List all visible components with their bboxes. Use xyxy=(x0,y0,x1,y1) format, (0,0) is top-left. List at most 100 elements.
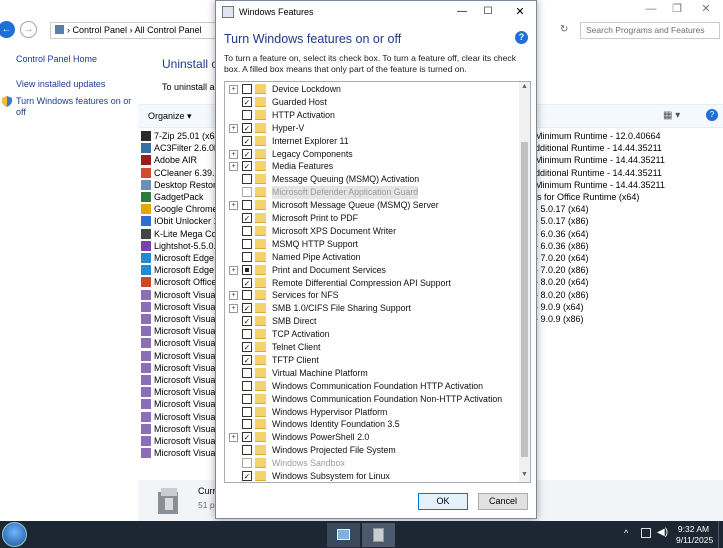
feature-checkbox[interactable] xyxy=(242,238,252,249)
feature-checkbox[interactable]: ✓ xyxy=(242,122,252,133)
show-desktop-button[interactable] xyxy=(718,521,723,548)
feature-checkbox[interactable]: ✓ xyxy=(242,342,252,352)
cp-close-button[interactable]: ✕ xyxy=(695,2,717,16)
feature-checkbox[interactable] xyxy=(242,251,252,262)
feature-row[interactable]: Microsoft Defender Application Guard xyxy=(225,186,515,200)
cp-minimize-button[interactable]: — xyxy=(640,2,662,16)
program-row-detail[interactable]: - 9.0.9 (x86) xyxy=(535,313,584,325)
feature-row[interactable]: Windows Communication Foundation Non-HTT… xyxy=(225,393,515,406)
feature-checkbox[interactable] xyxy=(242,264,252,275)
control-panel-home-link[interactable]: Control Panel Home xyxy=(16,54,97,65)
expand-icon[interactable]: + xyxy=(229,291,238,301)
clock[interactable]: 9:32 AM 9/11/2025 xyxy=(676,524,713,546)
feature-checkbox[interactable]: ✓ xyxy=(242,213,252,223)
feature-checkbox[interactable] xyxy=(242,84,252,94)
scroll-up-icon[interactable]: ▲ xyxy=(521,83,528,90)
network-icon[interactable] xyxy=(641,528,651,538)
expand-icon[interactable]: + xyxy=(229,149,238,159)
program-row-detail[interactable]: dditional Runtime - 14.44.35211 xyxy=(535,142,662,154)
program-row-detail[interactable]: Minimum Runtime - 14.44.35211 xyxy=(535,154,665,166)
feature-row[interactable]: Message Queuing (MSMQ) Activation xyxy=(225,173,515,186)
feature-row[interactable]: ✓ Internet Explorer 11 xyxy=(225,135,515,148)
dialog-maximize-button[interactable]: ☐ xyxy=(478,1,498,23)
feature-row[interactable]: ✓ Remote Differential Compression API Sup… xyxy=(225,277,515,290)
program-row-detail[interactable]: - 9.0.9 (x64) xyxy=(535,301,584,313)
feature-checkbox[interactable] xyxy=(242,174,252,185)
feature-checkbox[interactable]: ✓ xyxy=(242,148,252,159)
feature-row[interactable]: Windows Identity Foundation 3.5 xyxy=(225,418,515,431)
program-row-detail[interactable]: - 5.0.17 (x64) xyxy=(535,203,589,215)
feature-checkbox[interactable]: ✓ xyxy=(242,96,252,107)
feature-checkbox[interactable]: ✓ xyxy=(242,354,252,365)
program-row-detail[interactable]: Minimum Runtime - 12.0.40664 xyxy=(535,130,661,142)
feature-row[interactable]: + Microsoft Message Queue (MSMQ) Server xyxy=(225,199,515,212)
turn-windows-features-link[interactable]: Turn Windows features on or off xyxy=(16,96,134,118)
expand-icon[interactable]: + xyxy=(229,201,238,211)
program-row-detail[interactable]: - 5.0.17 (x86) xyxy=(535,215,589,227)
taskbar-control-panel-button[interactable] xyxy=(327,523,360,547)
feature-row[interactable]: + Services for NFS xyxy=(225,289,515,302)
breadcrumb-all-items[interactable]: All Control Panel xyxy=(135,25,202,35)
feature-row[interactable]: + ✓ Windows PowerShell 2.0 xyxy=(225,431,515,444)
tray-overflow-icon[interactable]: ^ xyxy=(624,528,628,538)
feature-checkbox[interactable]: ✓ xyxy=(242,303,252,314)
feature-row[interactable]: ✓ SMB Direct xyxy=(225,315,515,328)
dialog-close-button[interactable]: ✕ xyxy=(510,1,530,23)
feature-row[interactable]: Named Pipe Activation xyxy=(225,251,515,264)
feature-row[interactable]: Windows Sandbox xyxy=(225,457,515,470)
feature-checkbox[interactable] xyxy=(242,419,252,430)
feature-row[interactable]: ✓ Microsoft Print to PDF xyxy=(225,212,515,225)
feature-row[interactable]: ✓ Windows Subsystem for Linux xyxy=(225,470,515,483)
feature-row[interactable]: ✓ Guarded Host xyxy=(225,96,515,109)
feature-checkbox[interactable] xyxy=(242,290,252,301)
ok-button[interactable]: OK xyxy=(418,493,468,510)
feature-checkbox[interactable]: ✓ xyxy=(242,432,252,443)
taskbar-windows-features-button[interactable] xyxy=(362,523,395,547)
program-row-detail[interactable]: - 8.0.20 (x86) xyxy=(535,289,589,301)
refresh-icon[interactable]: ↻ xyxy=(560,24,568,35)
feature-checkbox[interactable]: ✓ xyxy=(242,471,252,481)
start-button[interactable] xyxy=(2,522,27,547)
breadcrumb-control-panel[interactable]: Control Panel xyxy=(73,25,128,35)
feature-row[interactable]: + ✓ Legacy Components xyxy=(225,148,515,161)
feature-row[interactable]: Microsoft XPS Document Writer xyxy=(225,225,515,238)
feature-row[interactable]: TCP Activation xyxy=(225,328,515,341)
program-row-detail[interactable]: - 7.0.20 (x86) xyxy=(535,264,589,276)
feature-row[interactable]: MSMQ HTTP Support xyxy=(225,238,515,251)
feature-row[interactable]: + ✓ Hyper-V xyxy=(225,122,515,135)
feature-checkbox[interactable] xyxy=(242,367,252,378)
dialog-minimize-button[interactable]: — xyxy=(452,1,472,23)
expand-icon[interactable]: + xyxy=(229,433,238,443)
view-installed-updates-link[interactable]: View installed updates xyxy=(16,79,105,90)
program-row-detail[interactable]: - 8.0.20 (x64) xyxy=(535,276,589,288)
feature-checkbox[interactable] xyxy=(242,393,252,404)
feature-row[interactable]: Windows Hypervisor Platform xyxy=(225,406,515,419)
scroll-down-icon[interactable]: ▼ xyxy=(521,471,528,478)
scrollbar[interactable]: ▲ ▼ xyxy=(519,82,530,482)
feature-row[interactable]: Virtual Machine Platform xyxy=(225,367,515,380)
feature-checkbox[interactable]: ✓ xyxy=(242,161,252,172)
volume-icon[interactable]: ◀) xyxy=(657,527,668,538)
feature-checkbox[interactable] xyxy=(242,458,252,469)
program-row-detail[interactable]: dditional Runtime - 14.44.35211 xyxy=(535,167,662,179)
feature-checkbox[interactable] xyxy=(242,200,252,211)
program-row-detail[interactable]: ls for Office Runtime (x64) xyxy=(535,191,639,203)
forward-button[interactable]: → xyxy=(20,21,37,38)
feature-checkbox[interactable] xyxy=(242,406,252,417)
feature-row[interactable]: Windows Communication Foundation HTTP Ac… xyxy=(225,380,515,393)
feature-row[interactable]: + ✓ SMB 1.0/CIFS File Sharing Support xyxy=(225,302,515,315)
feature-checkbox[interactable]: ✓ xyxy=(242,316,252,327)
address-box[interactable]: › Control Panel › All Control Panel xyxy=(50,22,218,39)
program-row-detail[interactable]: - 6.0.36 (x86) xyxy=(535,240,589,252)
back-button[interactable]: ← xyxy=(0,21,15,38)
feature-row[interactable]: Windows Projected File System xyxy=(225,444,515,457)
expand-icon[interactable]: + xyxy=(229,85,238,94)
cp-restore-button[interactable]: ❐ xyxy=(666,2,688,16)
scrollbar-thumb[interactable] xyxy=(521,142,528,457)
feature-checkbox[interactable]: ✓ xyxy=(242,135,252,146)
feature-checkbox[interactable] xyxy=(242,329,252,340)
search-input[interactable]: Search Programs and Features xyxy=(580,22,720,39)
feature-row[interactable]: ✓ Telnet Client xyxy=(225,341,515,354)
feature-checkbox[interactable] xyxy=(242,380,252,391)
program-row-detail[interactable]: Minimum Runtime - 14.44.35211 xyxy=(535,179,665,191)
